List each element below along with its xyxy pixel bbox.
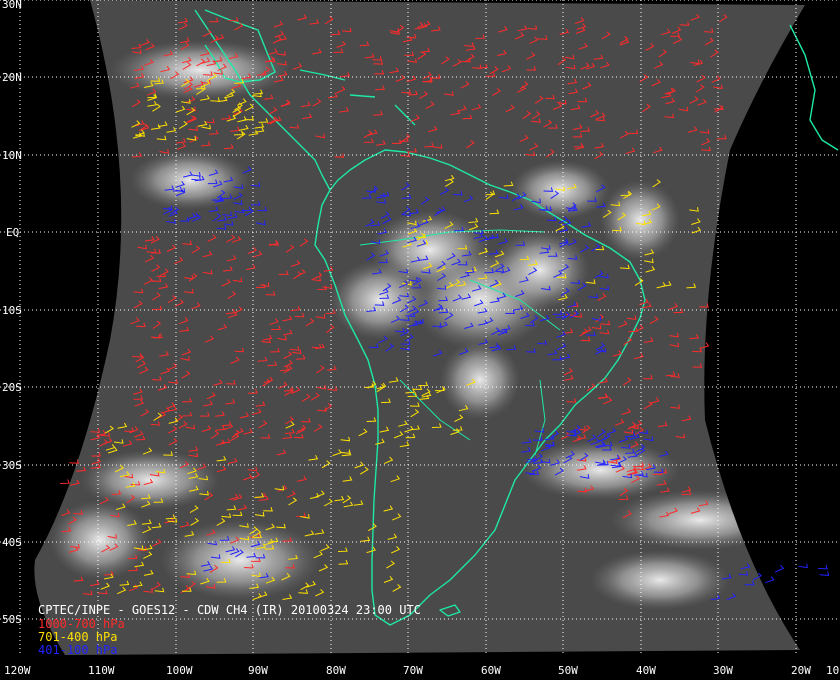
- legend-high-level: 401-100 hPa: [38, 643, 118, 657]
- lon-label: 100W: [166, 664, 193, 677]
- lon-label: 110W: [88, 664, 115, 677]
- lon-label: 60W: [481, 664, 501, 677]
- cloud-patch: [590, 550, 730, 610]
- lon-label: 70W: [403, 664, 423, 677]
- lon-label: 50W: [558, 664, 578, 677]
- caption-title: CPTEC/INPE - GOES12 - CDW CH4 (IR) 20100…: [38, 603, 421, 617]
- cloud-patch: [160, 520, 320, 600]
- lat-label: 30N: [2, 0, 22, 11]
- lat-label: 40S: [2, 536, 22, 549]
- lat-label: 20S: [2, 381, 22, 394]
- lon-label: 80W: [326, 664, 346, 677]
- lat-label: 20N: [2, 71, 22, 84]
- lat-label: 10N: [2, 149, 22, 162]
- lat-label: 50S: [2, 613, 22, 626]
- lat-label: 10S: [2, 304, 22, 317]
- lon-label: 10: [826, 664, 839, 677]
- satellite-wind-map: 30N 20N 10N EQ 10S 20S 30S 40S 50S 120W …: [0, 0, 840, 680]
- cloud-patch: [440, 340, 520, 420]
- cloud-patch: [520, 440, 680, 500]
- lon-label: 90W: [248, 664, 268, 677]
- cloud-patch: [600, 180, 680, 260]
- lat-label: EQ: [6, 226, 19, 239]
- lon-label: 30W: [713, 664, 733, 677]
- cloud-patch: [50, 500, 150, 580]
- lon-label: 120W: [4, 664, 31, 677]
- lon-label: 40W: [636, 664, 656, 677]
- lon-label: 20W: [791, 664, 811, 677]
- lat-label: 30S: [2, 459, 22, 472]
